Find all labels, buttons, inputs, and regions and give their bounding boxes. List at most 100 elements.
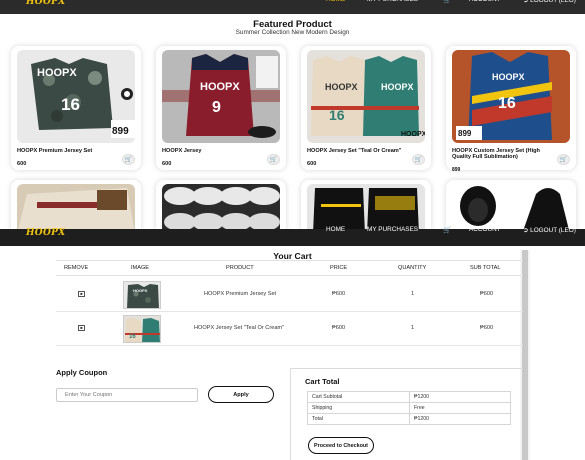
nav-logout-label: LOGOUT (LEO) [530, 227, 576, 234]
svg-text:HOOPX: HOOPX [37, 67, 77, 79]
coupon-title: Apply Coupon [56, 368, 108, 377]
apply-coupon-button[interactable]: Apply [208, 386, 274, 403]
svg-text:9: 9 [212, 99, 221, 116]
table-row: Cart Subtotal ₱1200 [307, 391, 511, 403]
subtotal-value: ₱1200 [409, 391, 511, 403]
table-row: ■ HOOPX HOOPX Premium Jersey Set ₱600 1 … [56, 278, 523, 312]
product-image[interactable]: HOOPX 9 [162, 50, 280, 143]
add-to-cart-button[interactable]: 🛒 [267, 154, 280, 165]
svg-text:HOOPX: HOOPX [200, 81, 240, 93]
cart-item-subtotal: ₱600 [480, 325, 494, 331]
add-to-cart-button[interactable]: 🛒 [412, 154, 425, 165]
nav-account[interactable]: ACCOUNT [469, 0, 501, 3]
cart-navbar: HOOPX HOME MY PURCHASES 🛒 ACCOUNT ➲ LOGO… [0, 226, 585, 246]
svg-text:HOOPX: HOOPX [492, 72, 525, 82]
nav-logout[interactable]: ➲ LOGOUT (LEO) [523, 0, 576, 4]
cart-icon: 🛒 [269, 157, 278, 163]
cart-item-price: ₱600 [332, 291, 346, 297]
cart-totals-table: Cart Subtotal ₱1200 Shipping Free Total … [307, 391, 511, 425]
product-image[interactable]: HOOPX 16 899 [452, 50, 570, 143]
product-card[interactable] [11, 180, 141, 230]
cart-item-subtotal: ₱600 [480, 291, 494, 297]
nav-my-purchases[interactable]: MY PURCHASES [367, 226, 418, 233]
brand-logo[interactable]: HOOPX [26, 0, 65, 7]
product-image[interactable] [452, 184, 570, 230]
product-name[interactable]: HOOPX Jersey Set "Teal Or Cream" [307, 148, 403, 154]
coupon-input[interactable] [56, 388, 198, 402]
cart-icon: 🛒 [414, 157, 423, 163]
product-image[interactable] [307, 184, 425, 230]
product-price: 600 [162, 161, 172, 167]
nav-account[interactable]: ACCOUNT [469, 226, 501, 233]
add-to-cart-button[interactable]: 🛒 [557, 154, 570, 165]
logout-icon: ➲ [523, 0, 529, 4]
svg-text:HOOPX: HOOPX [133, 288, 148, 293]
table-row: Total ₱1200 [307, 413, 511, 425]
shipping-value: Free [409, 402, 511, 414]
product-image[interactable] [162, 184, 280, 230]
cart-item-name[interactable]: HOOPX Premium Jersey Set [204, 291, 276, 297]
product-name[interactable]: HOOPX Premium Jersey Set [17, 148, 113, 154]
nav-home[interactable]: HOME [326, 226, 345, 233]
total-label: Total [307, 413, 410, 425]
svg-text:899: 899 [112, 126, 129, 137]
top-navbar: HOOPX HOME MY PURCHASES 🛒 ACCOUNT ➲ LOGO… [0, 0, 585, 14]
nav-cart-icon[interactable]: 🛒 [443, 226, 451, 234]
featured-subtitle: Summer Collection New Modern Design [235, 29, 350, 36]
header-quantity: QUANTITY [398, 265, 427, 271]
cart-total-title: Cart Total [305, 377, 340, 386]
logout-icon: ➲ [523, 227, 529, 234]
product-price: 600 [17, 161, 27, 167]
svg-text:16: 16 [129, 334, 136, 340]
add-to-cart-button[interactable]: 🛒 [122, 154, 135, 165]
header-subtotal: SUB TOTAL [470, 265, 501, 271]
product-card[interactable]: HOOPX 16 899 HOOPX Custom Jersey Set (Hi… [446, 46, 576, 173]
svg-text:16: 16 [498, 95, 516, 112]
cart-item-image: HOOPX [123, 281, 161, 309]
product-price: 600 [307, 161, 317, 167]
table-row: ■ 16 HOOPX Jersey Set "Teal Or Cream" ₱6… [56, 312, 523, 346]
product-card[interactable] [156, 180, 286, 230]
product-price: 899 [452, 167, 461, 173]
cart-item-quantity[interactable]: 1 [411, 291, 414, 297]
svg-text:899: 899 [458, 129, 472, 138]
svg-text:HOOPX: HOOPX [401, 131, 425, 138]
header-product: PRODUCT [226, 265, 254, 271]
cart-icon: 🛒 [559, 157, 568, 163]
product-card[interactable]: HOOPX 16 HOOPX HOOPX HOOPX Jersey Set "T… [301, 46, 431, 170]
product-image[interactable] [17, 184, 135, 230]
brand-logo[interactable]: HOOPX [26, 228, 65, 238]
product-name[interactable]: HOOPX Jersey [162, 148, 258, 154]
product-card[interactable] [446, 180, 576, 230]
product-image[interactable]: HOOPX 16 HOOPX HOOPX [307, 50, 425, 143]
product-card[interactable]: HOOPX 16 899 HOOPX Premium Jersey Set 60… [11, 46, 141, 170]
nav-my-purchases[interactable]: MY PURCHASES [367, 0, 418, 3]
cart-table-header: REMOVE IMAGE PRODUCT PRICE QUANTITY SUB … [56, 260, 523, 276]
nav-logout[interactable]: ➲ LOGOUT (LEO) [523, 226, 576, 234]
cart-item-price: ₱600 [332, 325, 346, 331]
svg-text:HOOPX: HOOPX [381, 82, 414, 92]
nav-logout-label: LOGOUT (LEO) [530, 0, 576, 4]
remove-item-button[interactable]: ■ [78, 325, 85, 331]
header-image: IMAGE [131, 265, 150, 271]
product-card[interactable]: HOOPX 9 HOOPX Jersey 600 🛒 [156, 46, 286, 170]
cart-icon: 🛒 [124, 157, 133, 163]
header-price: PRICE [330, 265, 348, 271]
cart-item-name[interactable]: HOOPX Jersey Set "Teal Or Cream" [194, 325, 284, 331]
product-image[interactable]: HOOPX 16 899 [17, 50, 135, 143]
header-remove: REMOVE [64, 265, 89, 271]
cart-item-image: 16 [123, 315, 161, 343]
nav-cart-icon[interactable]: 🛒 [443, 0, 451, 4]
total-value: ₱1200 [409, 413, 511, 425]
subtotal-label: Cart Subtotal [307, 391, 410, 403]
remove-item-button[interactable]: ■ [78, 291, 85, 297]
shipping-label: Shipping [307, 402, 410, 414]
product-card[interactable] [301, 180, 431, 230]
svg-text:16: 16 [329, 107, 345, 123]
cart-item-quantity[interactable]: 1 [411, 325, 414, 331]
table-row: Shipping Free [307, 402, 511, 414]
product-name[interactable]: HOOPX Custom Jersey Set (High Quality Fu… [452, 148, 548, 161]
nav-home[interactable]: HOME [326, 0, 345, 3]
proceed-to-checkout-button[interactable]: Proceed to Checkout [308, 437, 374, 454]
svg-text:HOOPX: HOOPX [325, 82, 358, 92]
